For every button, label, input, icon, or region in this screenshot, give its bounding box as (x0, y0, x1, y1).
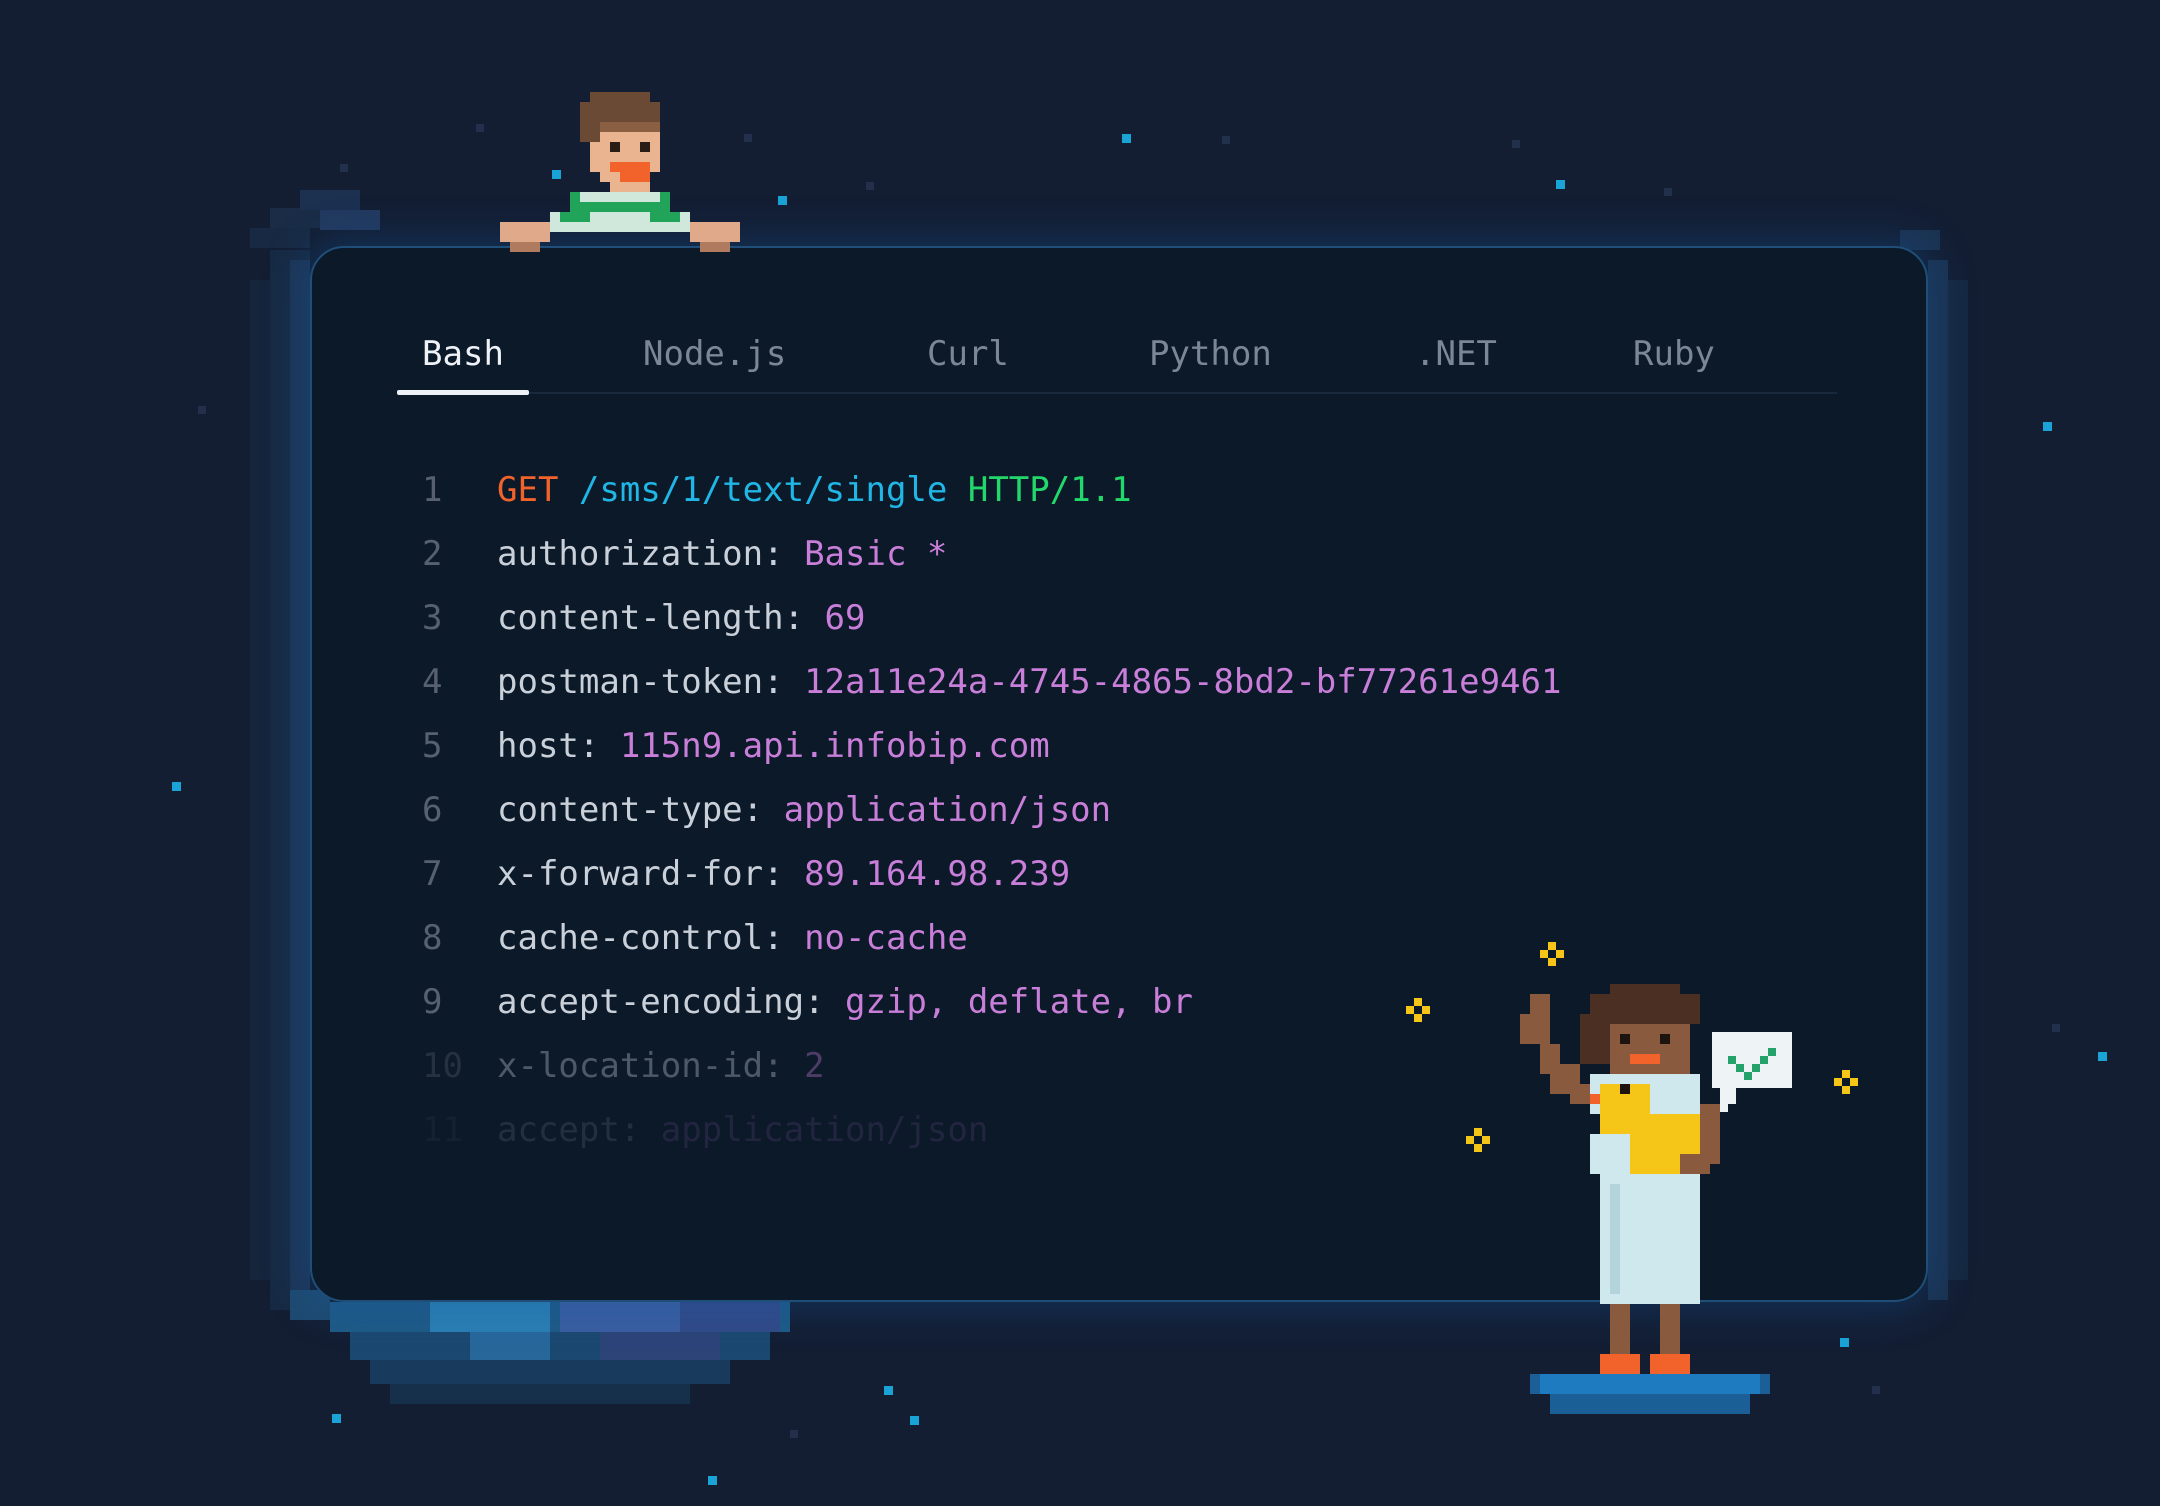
tab-dotnet[interactable]: .NET (1415, 328, 1497, 392)
line-number: 10 (422, 1046, 463, 1086)
star-pixel (884, 1386, 893, 1395)
star-pixel-dim (2052, 1024, 2060, 1032)
star-pixel-dim (744, 134, 752, 142)
header-value: Basic * (804, 534, 948, 574)
sparkle-icon (1466, 1128, 1490, 1152)
tab-label: Python (1149, 334, 1272, 374)
line-number: 2 (422, 534, 443, 574)
language-tabs: Bash Node.js Curl Python .NET Ruby (397, 328, 1837, 395)
checkmark-speech-bubble-icon (1712, 1032, 1792, 1112)
line-number: 4 (422, 662, 443, 702)
illustration-scene: Bash Node.js Curl Python .NET Ruby 1 GET … (0, 0, 2160, 1506)
active-tab-underline (397, 390, 529, 395)
line-number: 6 (422, 790, 443, 830)
header-value: gzip, deflate, br (845, 982, 1193, 1022)
header-key: content-type: (497, 790, 764, 830)
line-number: 1 (422, 470, 443, 510)
header-key: postman-token: (497, 662, 784, 702)
header-key: host: (497, 726, 600, 766)
star-pixel (1556, 180, 1565, 189)
star-pixel (172, 782, 181, 791)
code-line-request: 1 GET /sms/1/text/single HTTP/1.1 (422, 458, 1561, 522)
http-method: GET (497, 470, 559, 510)
sparkle-icon (1540, 942, 1564, 966)
star-pixel (1840, 1338, 1849, 1347)
sparkle-icon (1834, 1070, 1858, 1094)
tab-label: Node.js (643, 334, 787, 374)
sparkle-icon (1406, 998, 1430, 1022)
header-value: 89.164.98.239 (804, 854, 1071, 894)
pixel-boy-icon (500, 92, 740, 252)
star-pixel-dim (198, 406, 206, 414)
header-key: content-length: (497, 598, 805, 638)
header-key: x-forward-for: (497, 854, 784, 894)
header-value: application/json (783, 790, 1112, 830)
star-pixel (778, 196, 787, 205)
line-number: 11 (422, 1110, 463, 1150)
star-pixel (910, 1416, 919, 1425)
code-line-header: 9 accept-encoding: gzip, deflate, br (422, 970, 1561, 1034)
tab-label: .NET (1415, 334, 1497, 374)
header-value: 69 (824, 598, 866, 638)
tab-ruby[interactable]: Ruby (1633, 328, 1715, 392)
star-pixel (2098, 1052, 2107, 1061)
star-pixel-dim (340, 164, 348, 172)
star-pixel-dim (1512, 140, 1520, 148)
line-number: 8 (422, 918, 443, 958)
header-key: accept: (497, 1110, 641, 1150)
code-line-header: 3 content-length: 69 (422, 586, 1561, 650)
star-pixel (332, 1414, 341, 1423)
star-pixel (1122, 134, 1131, 143)
header-key: x-location-id: (497, 1046, 784, 1086)
star-pixel (708, 1476, 717, 1485)
tab-bash[interactable]: Bash (397, 328, 529, 395)
request-path: /sms/1/text/single (578, 470, 948, 510)
header-value: no-cache (804, 918, 968, 958)
tab-label: Ruby (1633, 334, 1715, 374)
star-pixel-dim (1664, 188, 1672, 196)
header-value: application/json (660, 1110, 989, 1150)
header-value: 12a11e24a-4745-4865-8bd2-bf77261e9461 (804, 662, 1562, 702)
code-line-header: 4 postman-token: 12a11e24a-4745-4865-8bd2… (422, 650, 1561, 714)
line-number: 7 (422, 854, 443, 894)
star-pixel-dim (476, 124, 484, 132)
star-pixel-dim (1222, 136, 1230, 144)
line-number: 5 (422, 726, 443, 766)
code-line-header: 6 content-type: application/json (422, 778, 1561, 842)
tab-nodejs[interactable]: Node.js (643, 328, 786, 392)
star-pixel-dim (790, 1430, 798, 1438)
header-value: 2 (804, 1046, 825, 1086)
header-key: authorization: (497, 534, 784, 574)
code-line-header: 11 accept: application/json (422, 1098, 1561, 1162)
code-block: 1 GET /sms/1/text/single HTTP/1.1 2 author… (422, 458, 1561, 1162)
http-protocol: HTTP/1.1 (967, 470, 1132, 510)
code-line-header: 10 x-location-id: 2 (422, 1034, 1561, 1098)
tab-python[interactable]: Python (1149, 328, 1272, 392)
code-line-header: 2 authorization: Basic * (422, 522, 1561, 586)
star-pixel (2043, 422, 2052, 431)
line-number: 9 (422, 982, 443, 1022)
code-line-header: 5 host: 115n9.api.infobip.com (422, 714, 1561, 778)
header-value: 115n9.api.infobip.com (619, 726, 1050, 766)
star-pixel-dim (1872, 1386, 1880, 1394)
code-line-header: 7 x-forward-for: 89.164.98.239 (422, 842, 1561, 906)
tab-curl[interactable]: Curl (927, 328, 1009, 392)
tab-label: Curl (927, 334, 1009, 374)
star-pixel-dim (866, 182, 874, 190)
code-line-header: 8 cache-control: no-cache (422, 906, 1561, 970)
line-number: 3 (422, 598, 443, 638)
header-key: accept-encoding: (497, 982, 825, 1022)
tab-label: Bash (422, 334, 504, 374)
header-key: cache-control: (497, 918, 784, 958)
